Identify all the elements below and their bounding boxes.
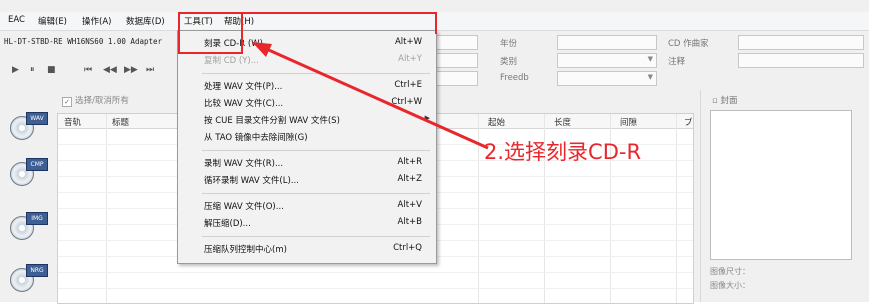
rewind-icon[interactable]: ◀◀	[103, 65, 117, 75]
notes-label: 注释	[668, 57, 686, 67]
chevron-down-icon: ▼	[647, 73, 653, 81]
menu-item-label: 压缩 WAV 文件(O)...	[204, 202, 284, 212]
menu-separator	[202, 73, 430, 74]
select-all-checkbox[interactable]: ✓ 选择/取消所有	[62, 94, 129, 107]
burn-cdr-highlight	[178, 12, 243, 54]
menu-item-decompress[interactable]: 解压缩(D)... Alt+B	[178, 214, 436, 230]
col-title[interactable]: 标题	[112, 116, 129, 128]
row-divider	[58, 272, 693, 273]
chevron-down-icon: ▼	[647, 55, 653, 63]
cd-artist-field[interactable]	[738, 35, 864, 50]
menu-item-shortcut: Ctrl+E	[394, 80, 422, 90]
menu-item-compression-queue[interactable]: 压缩队列控制中心(m) Ctrl+Q	[178, 240, 436, 256]
menu-item-record-wav[interactable]: 录制 WAV 文件(R)... Alt+R	[178, 154, 436, 170]
menu-item-compare-wav[interactable]: 比较 WAV 文件(C)... Ctrl+W	[178, 94, 436, 110]
menu-item-label: 压缩队列控制中心(m)	[204, 245, 287, 255]
menu-item-label: 复制 CD (Y)...	[204, 56, 259, 66]
menu-item-label: 录制 WAV 文件(R)...	[204, 159, 284, 169]
menu-item-loop-record-wav[interactable]: 循环录制 WAV 文件(L)... Alt+Z	[178, 171, 436, 187]
menu-edit[interactable]: 编辑(E)	[38, 15, 67, 27]
play-icon[interactable]: ▶	[12, 65, 19, 75]
copy-nrg-button[interactable]: NRG	[8, 262, 48, 296]
submenu-arrow-icon: ▶	[424, 114, 430, 122]
artist-field[interactable]	[436, 35, 478, 50]
skip-forward-icon[interactable]: ⏭	[146, 65, 154, 75]
wav-badge: WAV	[26, 112, 48, 125]
freedb-combo[interactable]: ▼	[557, 71, 657, 86]
panel-divider	[700, 90, 701, 302]
menu-separator	[202, 193, 430, 194]
stop-icon[interactable]: ■	[47, 65, 56, 75]
col-length[interactable]: 长度	[554, 116, 571, 128]
freedb-label: Freedb	[500, 73, 529, 83]
copy-compressed-button[interactable]: CMP	[8, 156, 48, 190]
genre-label: 类别	[500, 57, 518, 67]
row-divider	[58, 288, 693, 289]
col-extra[interactable]: ブ	[684, 116, 693, 128]
notes-field[interactable]	[738, 53, 864, 68]
select-all-label: 选择/取消所有	[75, 96, 129, 106]
menu-item-label: 比较 WAV 文件(C)...	[204, 99, 284, 109]
menu-item-shortcut: Alt+R	[397, 157, 422, 167]
cd-artist-label: CD 作曲家	[668, 39, 709, 49]
menu-action[interactable]: 操作(A)	[82, 15, 111, 27]
menu-item-compress-wav[interactable]: 压缩 WAV 文件(O)... Alt+V	[178, 197, 436, 213]
menu-item-remove-tao-gaps[interactable]: 从 TAO 镜像中去除间隙(G)	[178, 128, 436, 144]
menu-item-shortcut: Ctrl+Q	[393, 243, 422, 253]
menu-item-process-wav[interactable]: 处理 WAV 文件(P)... Ctrl+E	[178, 77, 436, 93]
composer-field[interactable]	[436, 71, 478, 86]
menu-separator	[202, 236, 430, 237]
menu-item-label: 按 CUE 目录文件分割 WAV 文件(S)	[204, 116, 340, 126]
img-badge: IMG	[26, 212, 48, 225]
fast-forward-icon[interactable]: ▶▶	[124, 65, 138, 75]
year-label: 年份	[500, 39, 518, 49]
cover-label-text: 封面	[720, 96, 738, 106]
menu-item-split-wav-cue[interactable]: 按 CUE 目录文件分割 WAV 文件(S) ▶	[178, 111, 436, 127]
drive-selector[interactable]: HL-DT-STBD-RE WH16NS60 1.00 Adapter	[4, 37, 172, 50]
col-track[interactable]: 音轨	[64, 116, 81, 128]
menu-eac[interactable]: EAC	[8, 15, 25, 25]
col-gap[interactable]: 间隙	[620, 116, 637, 128]
eac-main-window: EAC 编辑(E) 操作(A) 数据库(D) 工具(T) 帮助(H) HL-DT…	[0, 0, 869, 304]
cover-label: ▫ 封面	[712, 96, 738, 106]
menu-item-label: 处理 WAV 文件(P)...	[204, 82, 283, 92]
menu-item-label: 解压缩(D)...	[204, 219, 251, 229]
skip-back-icon[interactable]: ⏮	[84, 65, 92, 75]
menu-item-shortcut: Alt+Y	[398, 54, 422, 64]
annotation-text: 2.选择刻录CD-R	[484, 140, 642, 164]
menu-item-shortcut: Alt+Z	[397, 174, 422, 184]
genre-combo[interactable]: ▼	[557, 53, 657, 68]
menu-database[interactable]: 数据库(D)	[126, 15, 165, 27]
col-start[interactable]: 起始	[488, 116, 505, 128]
nrg-badge: NRG	[26, 264, 48, 277]
cmp-badge: CMP	[26, 158, 48, 171]
menu-item-shortcut: Alt+W	[394, 37, 422, 47]
pause-icon[interactable]: ⏸	[30, 65, 35, 75]
copy-image-button[interactable]: IMG	[8, 210, 48, 244]
image-bytes-label: 图像大小：	[710, 281, 750, 290]
menu-separator	[202, 150, 430, 151]
year-field[interactable]	[557, 35, 657, 50]
menu-item-label: 循环录制 WAV 文件(L)...	[204, 176, 299, 186]
menu-item-shortcut: Alt+B	[397, 217, 422, 227]
menu-item-shortcut: Alt+V	[397, 200, 422, 210]
title-field[interactable]	[436, 53, 478, 68]
menu-item-label: 从 TAO 镜像中去除间隙(G)	[204, 133, 308, 143]
cover-image[interactable]	[710, 110, 852, 260]
checkmark-icon: ✓	[62, 97, 72, 107]
copy-wav-button[interactable]: WAV	[8, 110, 48, 144]
image-size-label: 图像尺寸：	[710, 267, 750, 276]
menu-item-shortcut: Ctrl+W	[391, 97, 422, 107]
tools-dropdown-menu: 刻录 CD-R (W)... Alt+W 复制 CD (Y)... Alt+Y …	[177, 30, 437, 264]
